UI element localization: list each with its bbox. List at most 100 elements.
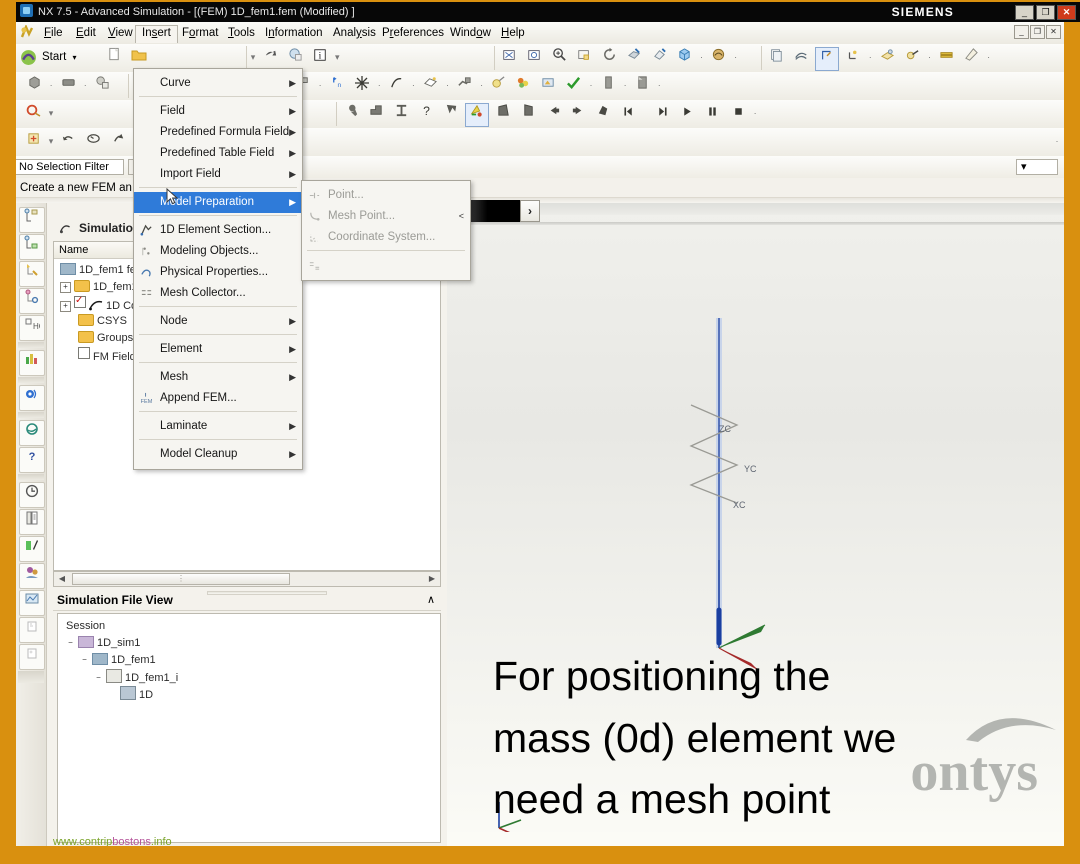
history-icon[interactable] [19, 482, 45, 508]
element-quality-icon[interactable] [492, 103, 514, 125]
menu-window[interactable]: Window [444, 25, 497, 41]
menu-file[interactable]: File [38, 25, 69, 41]
refresh-icon[interactable] [107, 131, 129, 153]
menu-item-predefined-formula-field[interactable]: Predefined Formula Field ▶ [134, 122, 302, 143]
submenu-item-point[interactable]: Point... [302, 185, 470, 206]
file-row-part[interactable]: 1D [120, 686, 153, 702]
fit-view-icon[interactable] [498, 47, 520, 69]
visibility-checkbox[interactable] [78, 347, 90, 359]
wrench-icon[interactable] [340, 103, 362, 125]
pan-icon[interactable] [573, 47, 595, 69]
hd3d-tools-icon[interactable]: HC [19, 315, 45, 341]
menu-item-element[interactable]: Element ▶ [134, 339, 302, 360]
expander-icon[interactable]: − [94, 674, 103, 683]
3d-tetra-mesh-icon[interactable] [365, 103, 387, 125]
sheet-body-icon[interactable] [597, 75, 619, 97]
undo-mesh-icon[interactable] [57, 131, 79, 153]
start-menu-button[interactable]: Start ▾ [20, 47, 77, 67]
scroll-right-arrow[interactable]: ▶ [426, 573, 438, 585]
menu-item-1d-element-section[interactable]: 1D Element Section... [134, 220, 302, 241]
submenu-item-coordinate-system[interactable]: Coordinate System... [302, 227, 470, 248]
file-row-idealized[interactable]: − 1D_fem1_i [94, 669, 178, 685]
pause-icon[interactable] [702, 103, 724, 125]
help-question-icon[interactable]: ? [415, 103, 437, 125]
help-icon[interactable]: ? [19, 447, 45, 473]
menu-item-predefined-table-field[interactable]: Predefined Table Field ▶ [134, 143, 302, 164]
assembly-navigator-icon[interactable] [19, 207, 45, 233]
layer-settings-icon[interactable] [765, 47, 787, 69]
scrollbar-thumb[interactable]: ⋮ [72, 573, 290, 585]
curve-icon[interactable] [385, 75, 407, 97]
menu-item-curve[interactable]: Curve ▶ [134, 73, 302, 94]
check-mesh-icon[interactable] [440, 103, 462, 125]
expander-icon[interactable]: + [60, 301, 71, 312]
partition-icon[interactable] [631, 75, 653, 97]
menu-information[interactable]: Information [259, 25, 329, 41]
scroll-left-arrow[interactable]: ◀ [56, 573, 68, 585]
zoom-icon[interactable] [548, 47, 570, 69]
last-frame-icon[interactable] [652, 103, 674, 125]
wcs-dynamics-icon[interactable] [815, 47, 840, 71]
promote-body-icon[interactable] [454, 75, 476, 97]
doc-close-button[interactable]: ✕ [1046, 25, 1061, 39]
menu-view[interactable]: View [102, 25, 139, 41]
mesh-control-icon[interactable] [23, 103, 45, 125]
simulation-file-view-header[interactable]: Simulation File View ∧ [53, 589, 441, 611]
graphics-viewport[interactable]: ZC YC XC For positioning the mass (0d) e… [447, 203, 1064, 846]
open-folder-icon[interactable] [128, 47, 150, 69]
menu-insert[interactable]: Insert [135, 25, 178, 43]
menu-item-modeling-objects[interactable]: Modeling Objects... [134, 241, 302, 262]
window-minimize-button[interactable]: _ [1015, 5, 1034, 20]
menu-edit[interactable]: Edit [70, 25, 102, 41]
doc-minimize-button[interactable]: _ [1014, 25, 1029, 39]
tree-horizontal-scrollbar[interactable]: ◀ ▶ ⋮ [53, 571, 441, 587]
menu-item-mesh[interactable]: Mesh ▶ [134, 367, 302, 388]
menu-item-mesh-collector[interactable]: Mesh Collector... [134, 283, 302, 304]
check-geometry-icon[interactable] [563, 75, 585, 97]
model-preparation-submenu[interactable]: Point... Mesh Point... < Coordinate Syst… [301, 180, 471, 281]
material-icon[interactable] [513, 75, 535, 97]
undo-icon[interactable] [259, 47, 281, 69]
polygon-body-icon[interactable] [57, 75, 79, 97]
expander-icon[interactable]: − [80, 656, 89, 665]
menu-analysis[interactable]: Analysis [327, 25, 382, 41]
create-mesh-point-icon[interactable] [23, 131, 45, 153]
collapsed-dialog-expand-button[interactable]: › [520, 200, 540, 222]
menu-item-laminate[interactable]: Laminate ▶ [134, 416, 302, 437]
tree-row-1d-collector[interactable]: +1D Co [60, 293, 137, 312]
menu-tools[interactable]: Tools [222, 25, 261, 41]
rotate-icon[interactable] [598, 47, 620, 69]
chevron-up-icon[interactable]: ∧ [427, 589, 435, 611]
measure-icon[interactable] [961, 47, 983, 69]
roles-icon[interactable] [19, 536, 45, 562]
simulation-navigator-icon[interactable] [19, 234, 45, 260]
swap-icon[interactable] [82, 131, 104, 153]
orient-view-icon[interactable] [623, 47, 645, 69]
menu-item-model-preparation[interactable]: Model Preparation ▶ [134, 192, 302, 213]
display-fem-icon[interactable] [465, 103, 490, 127]
section-icon[interactable] [936, 47, 958, 69]
process-studio-icon[interactable] [19, 617, 45, 643]
menu-help[interactable]: Help [495, 25, 531, 41]
tree-row-groups[interactable]: Groups [78, 330, 133, 346]
simulation-file-view-tree[interactable]: Session −1D_sim1 −1D_fem1 −1D_fem1_i 1D [57, 613, 441, 843]
window-close-button[interactable]: ✕ [1057, 5, 1076, 20]
doc-restore-button[interactable]: ❐ [1030, 25, 1045, 39]
expander-icon[interactable]: + [60, 282, 71, 293]
submenu-item-mesh-point[interactable]: Mesh Point... < [302, 206, 470, 227]
file-row-fem[interactable]: − 1D_fem1 [80, 652, 156, 668]
load-navigator-icon[interactable] [19, 288, 45, 314]
first-frame-icon[interactable] [618, 103, 640, 125]
menu-item-import-field[interactable]: Import Field ▶ [134, 164, 302, 185]
web-browser-icon[interactable] [19, 590, 45, 616]
internet-explorer-icon[interactable] [19, 420, 45, 446]
shaded-view-icon[interactable] [673, 47, 695, 69]
new-document-icon[interactable] [103, 47, 125, 69]
menu-item-physical-properties[interactable]: Physical Properties... [134, 262, 302, 283]
menu-item-field[interactable]: Field ▶ [134, 101, 302, 122]
menu-item-append-fem[interactable]: FEM Append FEM... [134, 388, 302, 409]
beam-mesh-icon[interactable] [390, 103, 412, 125]
customer-defaults-icon[interactable] [19, 563, 45, 589]
file-row-session[interactable]: Session [66, 618, 105, 634]
file-row-sim[interactable]: − 1D_sim1 [66, 635, 140, 651]
